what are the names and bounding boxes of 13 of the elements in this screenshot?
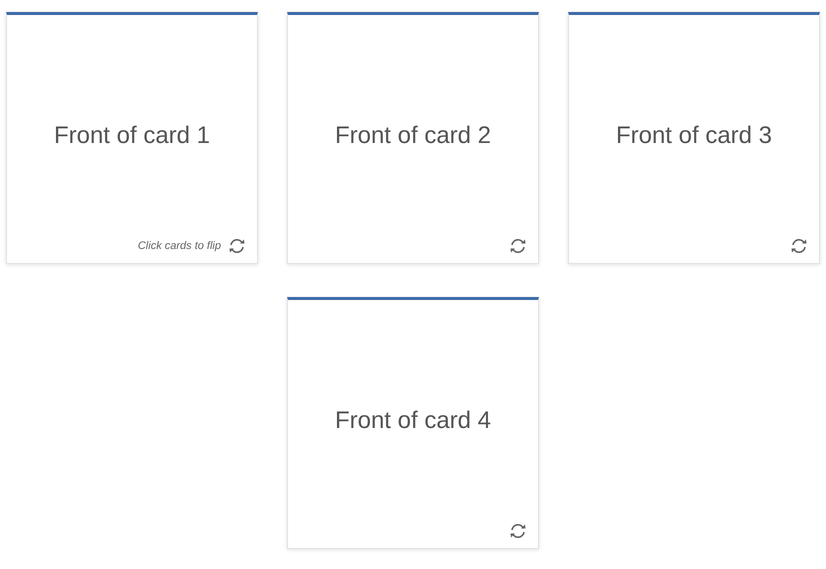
- refresh-icon[interactable]: [508, 238, 528, 254]
- flip-card[interactable]: Front of card 4: [287, 297, 539, 549]
- flip-card[interactable]: Front of card 1 Click cards to flip: [6, 12, 258, 264]
- flip-hint: Click cards to flip: [138, 240, 221, 252]
- card-front-text: Front of card 4: [334, 407, 492, 435]
- refresh-icon[interactable]: [508, 523, 528, 539]
- card-front-text: Front of card 3: [616, 122, 772, 150]
- flip-card[interactable]: Front of card 2: [287, 12, 539, 264]
- flip-card[interactable]: Front of card 3: [568, 12, 820, 264]
- refresh-icon[interactable]: [789, 238, 809, 254]
- card-front-text: Front of card 1: [54, 122, 210, 150]
- refresh-icon[interactable]: [227, 238, 247, 254]
- card-front-text: Front of card 2: [334, 122, 492, 150]
